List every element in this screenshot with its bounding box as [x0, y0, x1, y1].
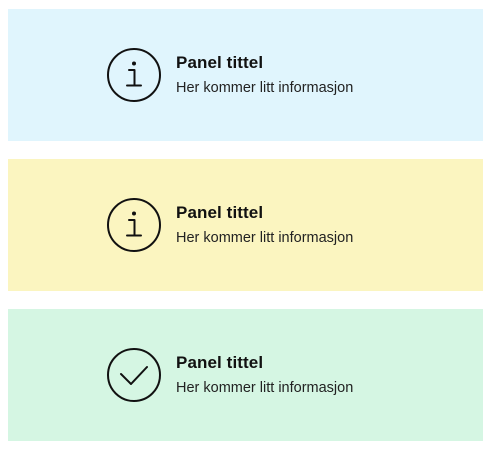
panel-description: Her kommer litt informasjon	[176, 79, 354, 96]
panel-content: Panel tittel Her kommer litt informasjon	[106, 47, 353, 103]
info-icon	[106, 47, 162, 103]
info-panel: Panel tittel Her kommer litt informasjon	[8, 9, 483, 141]
success-panel: Panel tittel Her kommer litt informasjon	[8, 309, 483, 441]
panel-title: Panel tittel	[176, 352, 264, 372]
panel-content: Panel tittel Her kommer litt informasjon	[106, 197, 353, 253]
panel-text: Panel tittel Her kommer litt informasjon	[176, 353, 353, 398]
panel-description: Her kommer litt informasjon	[176, 229, 354, 246]
warning-panel: Panel tittel Her kommer litt informasjon	[8, 159, 483, 291]
info-icon	[106, 197, 162, 253]
panel-content: Panel tittel Her kommer litt informasjon	[106, 347, 353, 403]
panel-title: Panel tittel	[176, 52, 264, 72]
panel-description: Her kommer litt informasjon	[176, 379, 354, 396]
panel-title: Panel tittel	[176, 202, 264, 222]
panel-text: Panel tittel Her kommer litt informasjon	[176, 203, 353, 248]
check-icon	[106, 347, 162, 403]
panel-text: Panel tittel Her kommer litt informasjon	[176, 53, 353, 98]
